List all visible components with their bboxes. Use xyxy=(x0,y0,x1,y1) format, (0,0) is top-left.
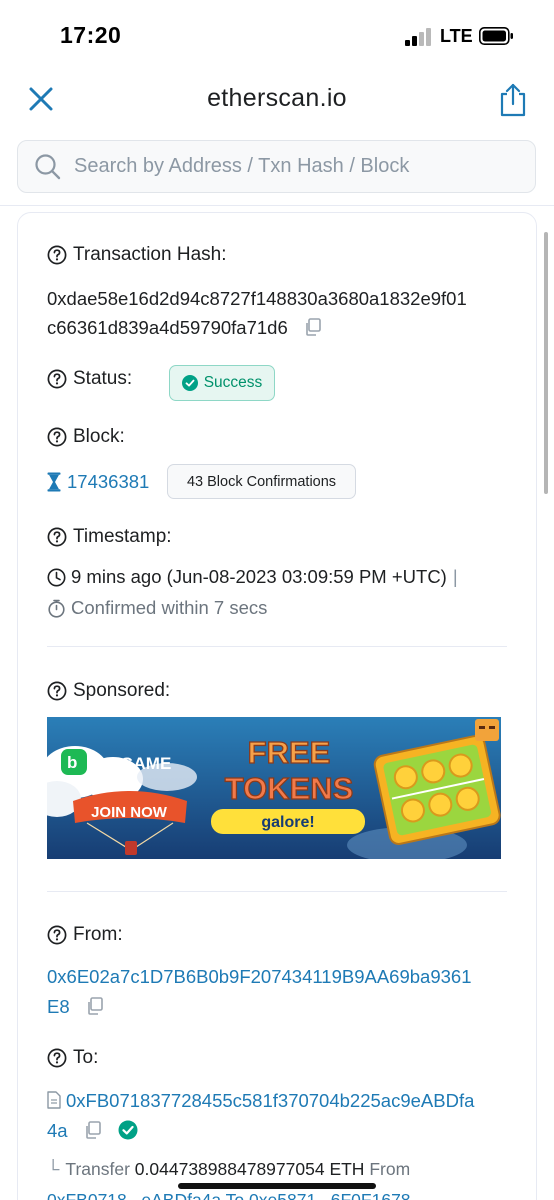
svg-text:b: b xyxy=(67,753,77,772)
block-number-link[interactable]: 17436381 xyxy=(67,471,149,493)
copy-icon[interactable] xyxy=(85,996,105,1016)
block-label-text: Block: xyxy=(73,426,125,447)
from-address-line2-row: E8 xyxy=(47,996,105,1018)
transfer-word: Transfer xyxy=(65,1159,130,1179)
help-icon[interactable] xyxy=(47,681,67,701)
sponsored-label: Sponsored: xyxy=(47,680,170,702)
search-icon xyxy=(35,154,61,180)
scrollbar[interactable] xyxy=(544,232,548,494)
transfer-corner: └ xyxy=(47,1159,60,1179)
banner-art: b BC.GAME JOIN NOW FREE TOKENS galore! xyxy=(47,717,501,859)
banner-free: FREE xyxy=(248,735,331,770)
banner-tokens: TOKENS xyxy=(225,771,354,806)
page-url: etherscan.io xyxy=(207,84,347,112)
help-icon[interactable] xyxy=(47,925,67,945)
sponsored-banner[interactable]: b BC.GAME JOIN NOW FREE TOKENS galore! xyxy=(47,717,501,859)
from-label: From: xyxy=(47,924,123,946)
to-address-line1-row: 0xFB071837728455c581f370704b225ac9eABDfa xyxy=(47,1090,474,1112)
tx-hash-label: Transaction Hash: xyxy=(47,244,226,266)
from-address-line2[interactable]: E8 xyxy=(47,996,70,1017)
check-circle-icon xyxy=(181,375,198,391)
network-type: LTE xyxy=(440,26,473,46)
tx-hash-line2-row: c66361d839a4d59790fa71d6 xyxy=(47,317,323,339)
signal-icon xyxy=(405,28,435,46)
to-label: To: xyxy=(47,1047,98,1069)
section-divider xyxy=(47,891,507,892)
transfer-from-word: From xyxy=(369,1159,411,1179)
clock-icon xyxy=(47,568,66,586)
battery-icon xyxy=(479,27,513,45)
hourglass-icon xyxy=(47,472,61,492)
to-address-line1[interactable]: 0xFB071837728455c581f370704b225ac9eABDfa xyxy=(66,1090,474,1111)
status-bar: 17:20 LTE xyxy=(0,0,554,70)
timestamp-row: 9 mins ago (Jun-08-2023 03:09:59 PM +UTC… xyxy=(47,566,458,588)
tx-hash-label-text: Transaction Hash: xyxy=(73,244,227,265)
verified-check-icon xyxy=(118,1120,138,1140)
home-indicator xyxy=(178,1183,376,1189)
sponsored-label-text: Sponsored: xyxy=(73,680,171,701)
help-icon[interactable] xyxy=(47,245,67,265)
help-icon[interactable] xyxy=(47,427,67,447)
banner-brand: BC.GAME xyxy=(91,754,171,773)
timestamp-label: Timestamp: xyxy=(47,526,172,548)
status-value: Success xyxy=(203,374,263,391)
from-address-line1[interactable]: 0x6E02a7c1D7B6B0b9F207434119B9AA69ba9361 xyxy=(47,966,472,988)
block-label: Block: xyxy=(47,426,125,448)
status-label: Status: xyxy=(47,368,132,390)
transfer-amount: 0.044738988478977054 ETH xyxy=(134,1159,365,1179)
banner-join: JOIN NOW xyxy=(91,804,168,821)
status-badge: Success xyxy=(169,365,275,401)
banner-galore: galore! xyxy=(261,814,314,831)
browser-header: etherscan.io xyxy=(0,70,554,130)
search-placeholder: Search by Address / Txn Hash / Block xyxy=(74,155,410,177)
confirmed-within-text: Confirmed within 7 secs xyxy=(71,597,268,618)
copy-icon[interactable] xyxy=(83,1120,103,1140)
timestamp-label-text: Timestamp: xyxy=(73,526,172,547)
timestamp-value: 9 mins ago (Jun-08-2023 03:09:59 PM +UTC… xyxy=(71,566,447,587)
help-icon[interactable] xyxy=(47,527,67,547)
to-label-text: To: xyxy=(73,1047,99,1068)
confirmed-within-row: Confirmed within 7 secs xyxy=(47,597,267,619)
block-row: 17436381 xyxy=(47,465,149,499)
header-divider xyxy=(0,205,554,206)
stopwatch-icon xyxy=(48,599,65,618)
contract-file-icon xyxy=(47,1091,61,1109)
transfer-addresses-cut: 0xFB0718...eABDfa4a To 0xe5871...6F0F167… xyxy=(47,1190,411,1200)
block-confirmations-badge: 43 Block Confirmations xyxy=(167,464,356,499)
to-address-line2-row: 4a xyxy=(47,1120,138,1142)
section-divider xyxy=(47,646,507,647)
search-input[interactable]: Search by Address / Txn Hash / Block xyxy=(17,140,536,193)
timestamp-separator: | xyxy=(452,566,458,587)
status-time: 17:20 xyxy=(60,22,122,48)
status-label-text: Status: xyxy=(73,368,133,389)
copy-icon[interactable] xyxy=(303,317,323,337)
from-label-text: From: xyxy=(73,924,123,945)
token-transfer-row: └ Transfer 0.044738988478977054 ETH From xyxy=(47,1159,410,1180)
help-icon[interactable] xyxy=(47,1048,67,1068)
share-icon[interactable] xyxy=(498,82,528,118)
to-address-line2[interactable]: 4a xyxy=(47,1120,68,1141)
help-icon[interactable] xyxy=(47,369,67,389)
tx-hash-line2: c66361d839a4d59790fa71d6 xyxy=(47,317,288,338)
tx-hash-line1: 0xdae58e16d2d94c8727f148830a3680a1832e9f… xyxy=(47,288,467,309)
